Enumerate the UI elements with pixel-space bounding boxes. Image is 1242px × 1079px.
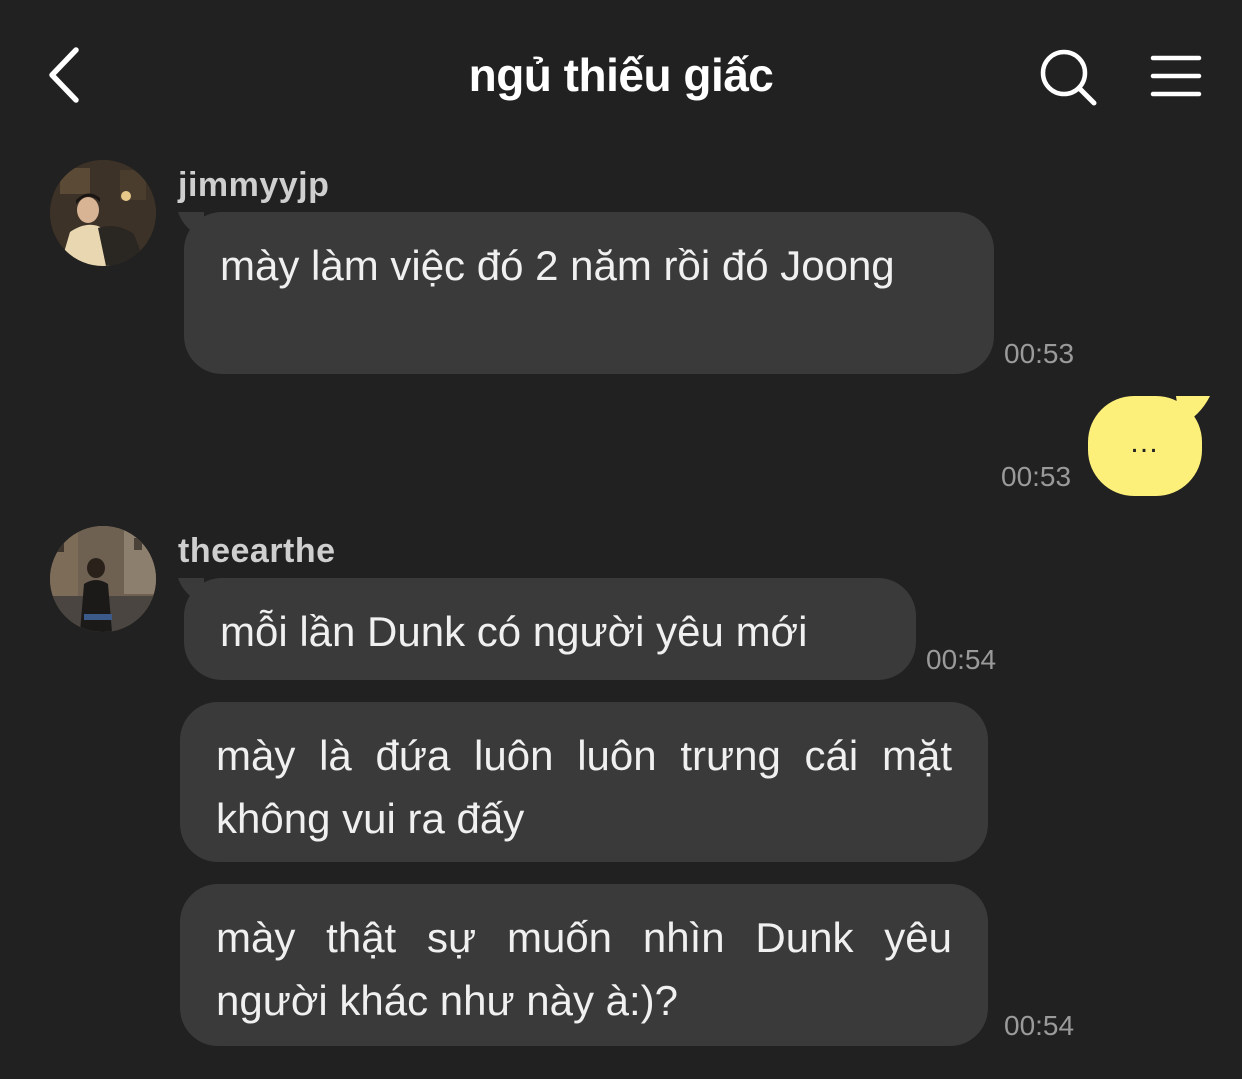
hamburger-menu-icon	[1150, 55, 1202, 97]
message-timestamp: 00:54	[1004, 1010, 1075, 1041]
avatar-theearthe[interactable]	[50, 526, 156, 632]
sender-name: jimmyyjp	[178, 166, 330, 204]
profile-photo-icon	[50, 526, 156, 632]
message-bubble[interactable]: mày thật sự muốn nhìn Dunk yêu người khá…	[180, 884, 988, 1046]
sender-name: theearthe	[178, 532, 336, 570]
message-timestamp: 00:53	[1001, 461, 1072, 492]
message-bubble[interactable]: mày là đứa luôn luôn trưng cái mặt không…	[180, 702, 988, 862]
outgoing-message-bubble[interactable]: …	[1088, 396, 1202, 496]
message-bubble[interactable]: mày làm việc đó 2 năm rồi đó Joong	[184, 212, 994, 374]
search-button[interactable]	[1036, 46, 1102, 110]
chat-screen: ngủ thiếu giấc jimmyyjp mày làm việc đó	[0, 0, 1242, 1079]
message-timestamp: 00:53	[1004, 338, 1075, 369]
search-icon	[1040, 49, 1097, 106]
avatar-jimmyyjp[interactable]	[50, 160, 156, 266]
message-bubble[interactable]: mỗi lần Dunk có người yêu mới	[184, 578, 916, 680]
menu-button[interactable]	[1146, 50, 1206, 104]
profile-photo-icon	[50, 160, 156, 266]
message-timestamp: 00:54	[926, 644, 997, 675]
